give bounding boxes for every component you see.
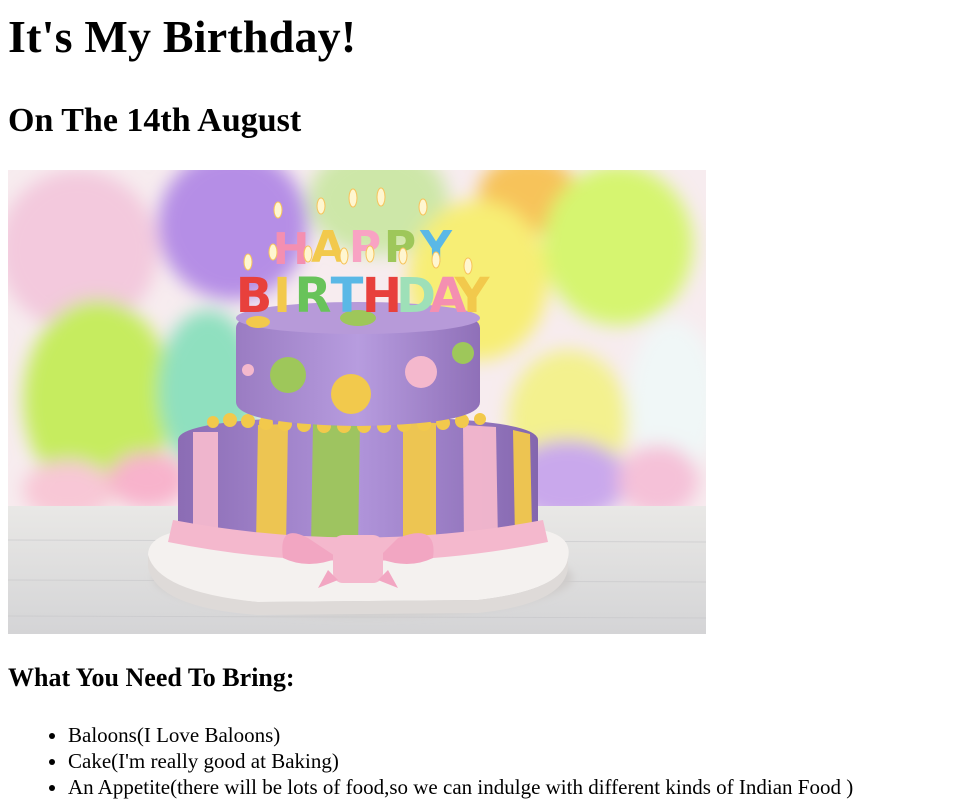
candle-letter-r: R (295, 268, 332, 324)
list-item: Baloons(I Love Baloons) (68, 722, 962, 748)
candle-letter-y2: Y (454, 268, 491, 324)
list-item: Cake(I'm really good at Baking) (68, 748, 962, 774)
page-subtitle: On The 14th August (8, 102, 302, 139)
candle-letter-i: I (273, 268, 291, 324)
bring-heading: What You Need To Bring: (8, 663, 295, 692)
candle-letter-p: P (349, 222, 381, 273)
candle-letter-b: B (236, 268, 273, 324)
page: It's My Birthday! On The 14th August H A… (0, 0, 970, 800)
candle-letter-t: T (331, 268, 364, 324)
page-title: It's My Birthday! (8, 11, 357, 62)
birthday-cake-image: H A P P Y B I R T H D A Y (8, 170, 706, 634)
bring-list: Baloons(I Love Baloons) Cake(I'm really … (8, 722, 962, 800)
list-item: An Appetite(there will be lots of food,s… (68, 774, 962, 800)
candle-letter-a: A (311, 222, 345, 273)
candle-letter-p2: P (384, 222, 416, 273)
